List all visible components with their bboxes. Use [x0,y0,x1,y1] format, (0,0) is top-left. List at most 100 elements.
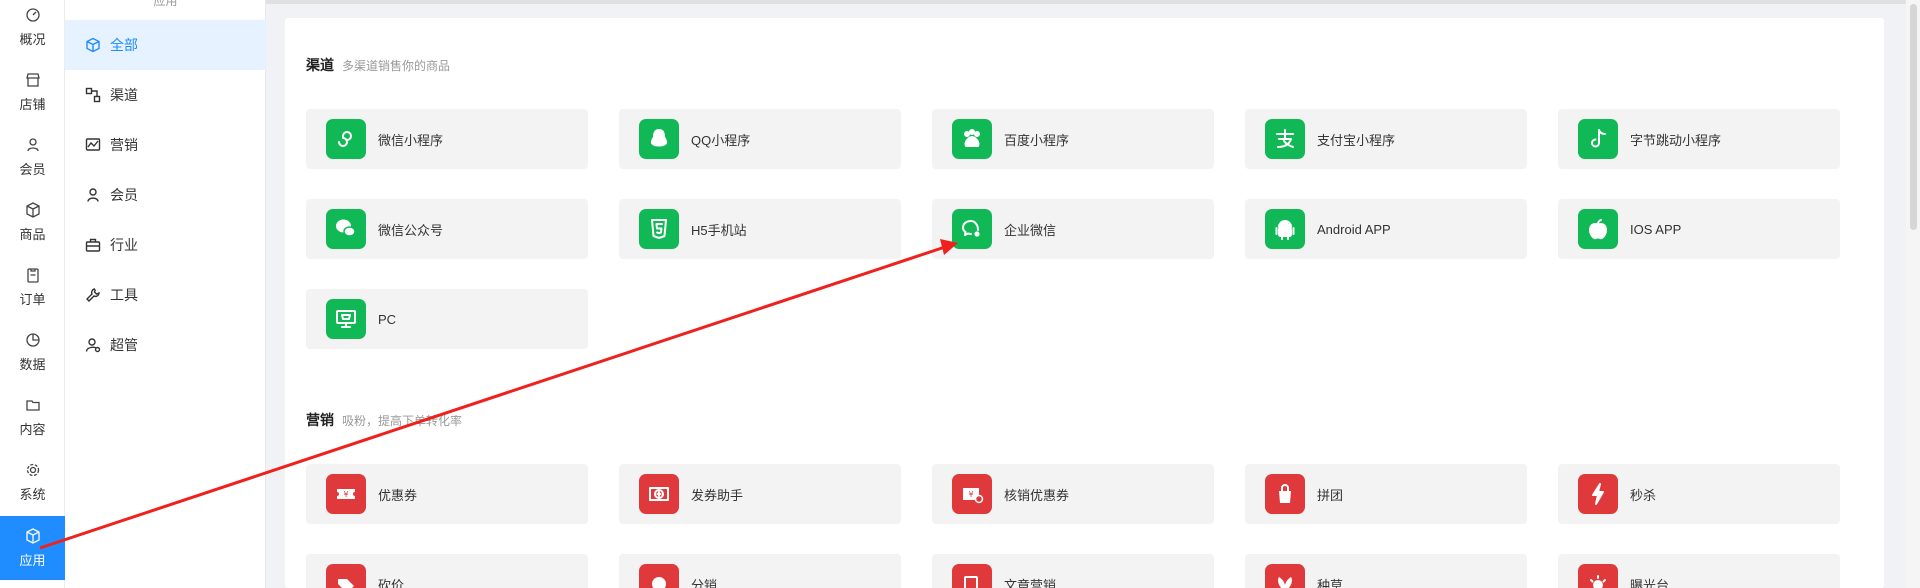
rail-item-label: 数据 [19,356,46,372]
rail-item-content[interactable]: 内容 [0,385,65,449]
section-title-channel: 渠道 多渠道销售你的商品 [306,55,450,75]
secondary-menu: 应用 全部 渠道 营销 会员 行业 工具 超管 [65,0,266,588]
submenu-item-industry[interactable]: 行业 [65,220,266,270]
submenu-item-label: 全部 [110,37,138,53]
app-tile-article-marketing[interactable]: 文章营销 [932,554,1214,588]
app-tile-verify-coupon[interactable]: ¥ 核销优惠券 [932,464,1214,524]
submenu-item-label: 渠道 [110,87,138,103]
app-name: H5手机站 [691,222,747,238]
top-edge-shadow [266,0,1906,4]
rail-item-data[interactable]: 数据 [0,320,65,384]
cube-icon [86,37,100,53]
rail-item-product[interactable]: 商品 [0,190,65,254]
app-tile-wechat-miniprogram[interactable]: 微信小程序 [306,109,588,169]
pc-icon [326,299,366,339]
app-name: PC [378,311,397,327]
app-tile-qq-miniprogram[interactable]: QQ小程序 [619,109,901,169]
app-name: 分销 [691,577,718,588]
rail-item-store[interactable]: 店铺 [0,60,65,124]
app-tile-android-app[interactable]: Android APP [1245,199,1527,259]
app-tile-coupon-assistant[interactable]: 发券助手 [619,464,901,524]
submenu-item-member[interactable]: 会员 [65,170,266,220]
app-name: 发券助手 [691,487,744,503]
industry-icon [85,238,101,252]
rail-item-label: 系统 [19,486,46,502]
alipay-icon [1265,119,1305,159]
data-icon [25,332,40,347]
app-tile-group-buy[interactable]: 拼团 [1245,464,1527,524]
app-tile-flash-sale[interactable]: 秒杀 [1558,464,1840,524]
app-name: 百度小程序 [1004,132,1070,148]
app-name: 砍价 [378,577,405,588]
submenu-item-marketing[interactable]: 营销 [65,120,266,170]
apple-icon [1578,209,1618,249]
order-icon [26,267,39,283]
app-name: 拼团 [1317,487,1344,503]
product-icon [25,201,40,218]
rail-item-label: 会员 [19,161,46,177]
app-tile-bargain[interactable]: 砍价 [306,554,588,588]
section-title-marketing: 营销 吸粉，提高下单转化率 [306,410,462,430]
rail-item-label: 内容 [19,421,46,437]
distribution-icon [639,564,679,588]
submenu-item-label: 营销 [110,137,138,153]
app-name: QQ小程序 [691,132,751,148]
rail-item-apps[interactable]: 应用 [0,516,65,580]
app-tile-wechat-official-account[interactable]: 微信公众号 [306,199,588,259]
marketing-icon [85,138,101,151]
rail-item-label: 店铺 [19,96,46,112]
member-icon [26,137,39,151]
submenu-item-label: 会员 [110,187,138,203]
app-tile-coupon[interactable]: ¥ 优惠券 [306,464,588,524]
app-name: 曝光台 [1630,577,1670,588]
app-tile-wecom[interactable]: 企业微信 [932,199,1214,259]
app-icon [25,527,40,544]
svg-text:¥: ¥ [968,490,973,499]
app-tile-distribution[interactable]: 分销 [619,554,901,588]
scrollbar-thumb[interactable] [1910,4,1917,230]
rail-item-label: 商品 [19,226,46,242]
submenu-heading: 应用 [153,0,178,8]
app-name: 核销优惠券 [1004,487,1070,503]
admin-icon [85,338,101,353]
submenu-item-tools[interactable]: 工具 [65,270,266,320]
content-icon [25,399,40,411]
svg-text:¥: ¥ [343,490,348,499]
app-tile-baidu-miniprogram[interactable]: 百度小程序 [932,109,1214,169]
html5-icon [639,209,679,249]
dashboard-icon [25,7,40,22]
app-name: 微信公众号 [378,222,444,238]
app-tile-pc[interactable]: PC [306,289,588,349]
group-buy-icon [1265,474,1305,514]
submenu-item-admin[interactable]: 超管 [65,320,266,370]
section-heading: 渠道 [306,57,334,73]
vertical-scrollbar[interactable] [1906,0,1920,588]
grass-icon [1265,564,1305,588]
submenu-item-channel[interactable]: 渠道 [65,70,266,120]
rail-item-member[interactable]: 会员 [0,125,65,189]
app-tile-h5-mobile-site[interactable]: H5手机站 [619,199,901,259]
app-tile-exposure[interactable]: 曝光台 [1558,554,1840,588]
app-tile-alipay-miniprogram[interactable]: 支付宝小程序 [1245,109,1527,169]
section-heading: 营销 [306,412,334,428]
app-name: 微信小程序 [378,132,444,148]
wechat-miniprogram-icon [326,119,366,159]
rail-item-order[interactable]: 订单 [0,255,65,319]
tiktok-icon [1578,119,1618,159]
app-name: Android APP [1317,221,1391,237]
rail-item-label: 概况 [19,31,46,47]
wechat-icon [326,209,366,249]
member-icon [87,188,99,202]
coupon-icon: ¥ [326,474,366,514]
app-tile-bytedance-miniprogram[interactable]: 字节跳动小程序 [1558,109,1840,169]
rail-item-overview[interactable]: 概况 [0,0,65,59]
system-icon [26,463,39,476]
article-icon [952,564,992,588]
app-tile-ios-app[interactable]: IOS APP [1558,199,1840,259]
app-name: 字节跳动小程序 [1630,132,1722,148]
channel-icon [85,87,101,103]
app-tile-grass-planting[interactable]: 种草 [1245,554,1527,588]
rail-item-system[interactable]: 系统 [0,450,65,514]
rail-item-label: 应用 [19,552,46,568]
submenu-item-all[interactable]: 全部 [65,20,266,70]
